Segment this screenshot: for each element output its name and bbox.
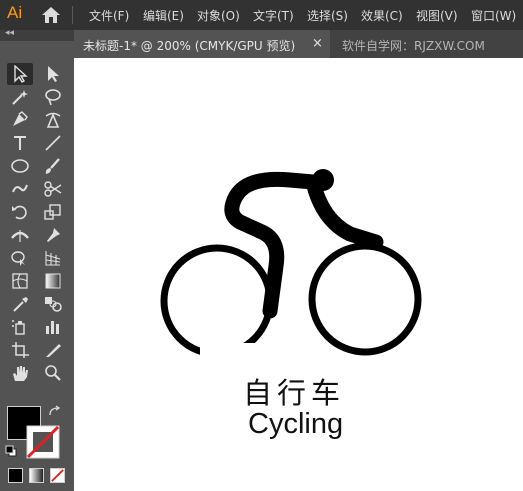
- rider-head: [312, 169, 334, 191]
- front-wheel: [308, 242, 422, 356]
- english-caption: Cycling: [248, 408, 344, 440]
- rear-wheel-gap: [200, 343, 260, 363]
- rear-wheel: [160, 244, 274, 358]
- chinese-caption: 自行车: [243, 376, 346, 410]
